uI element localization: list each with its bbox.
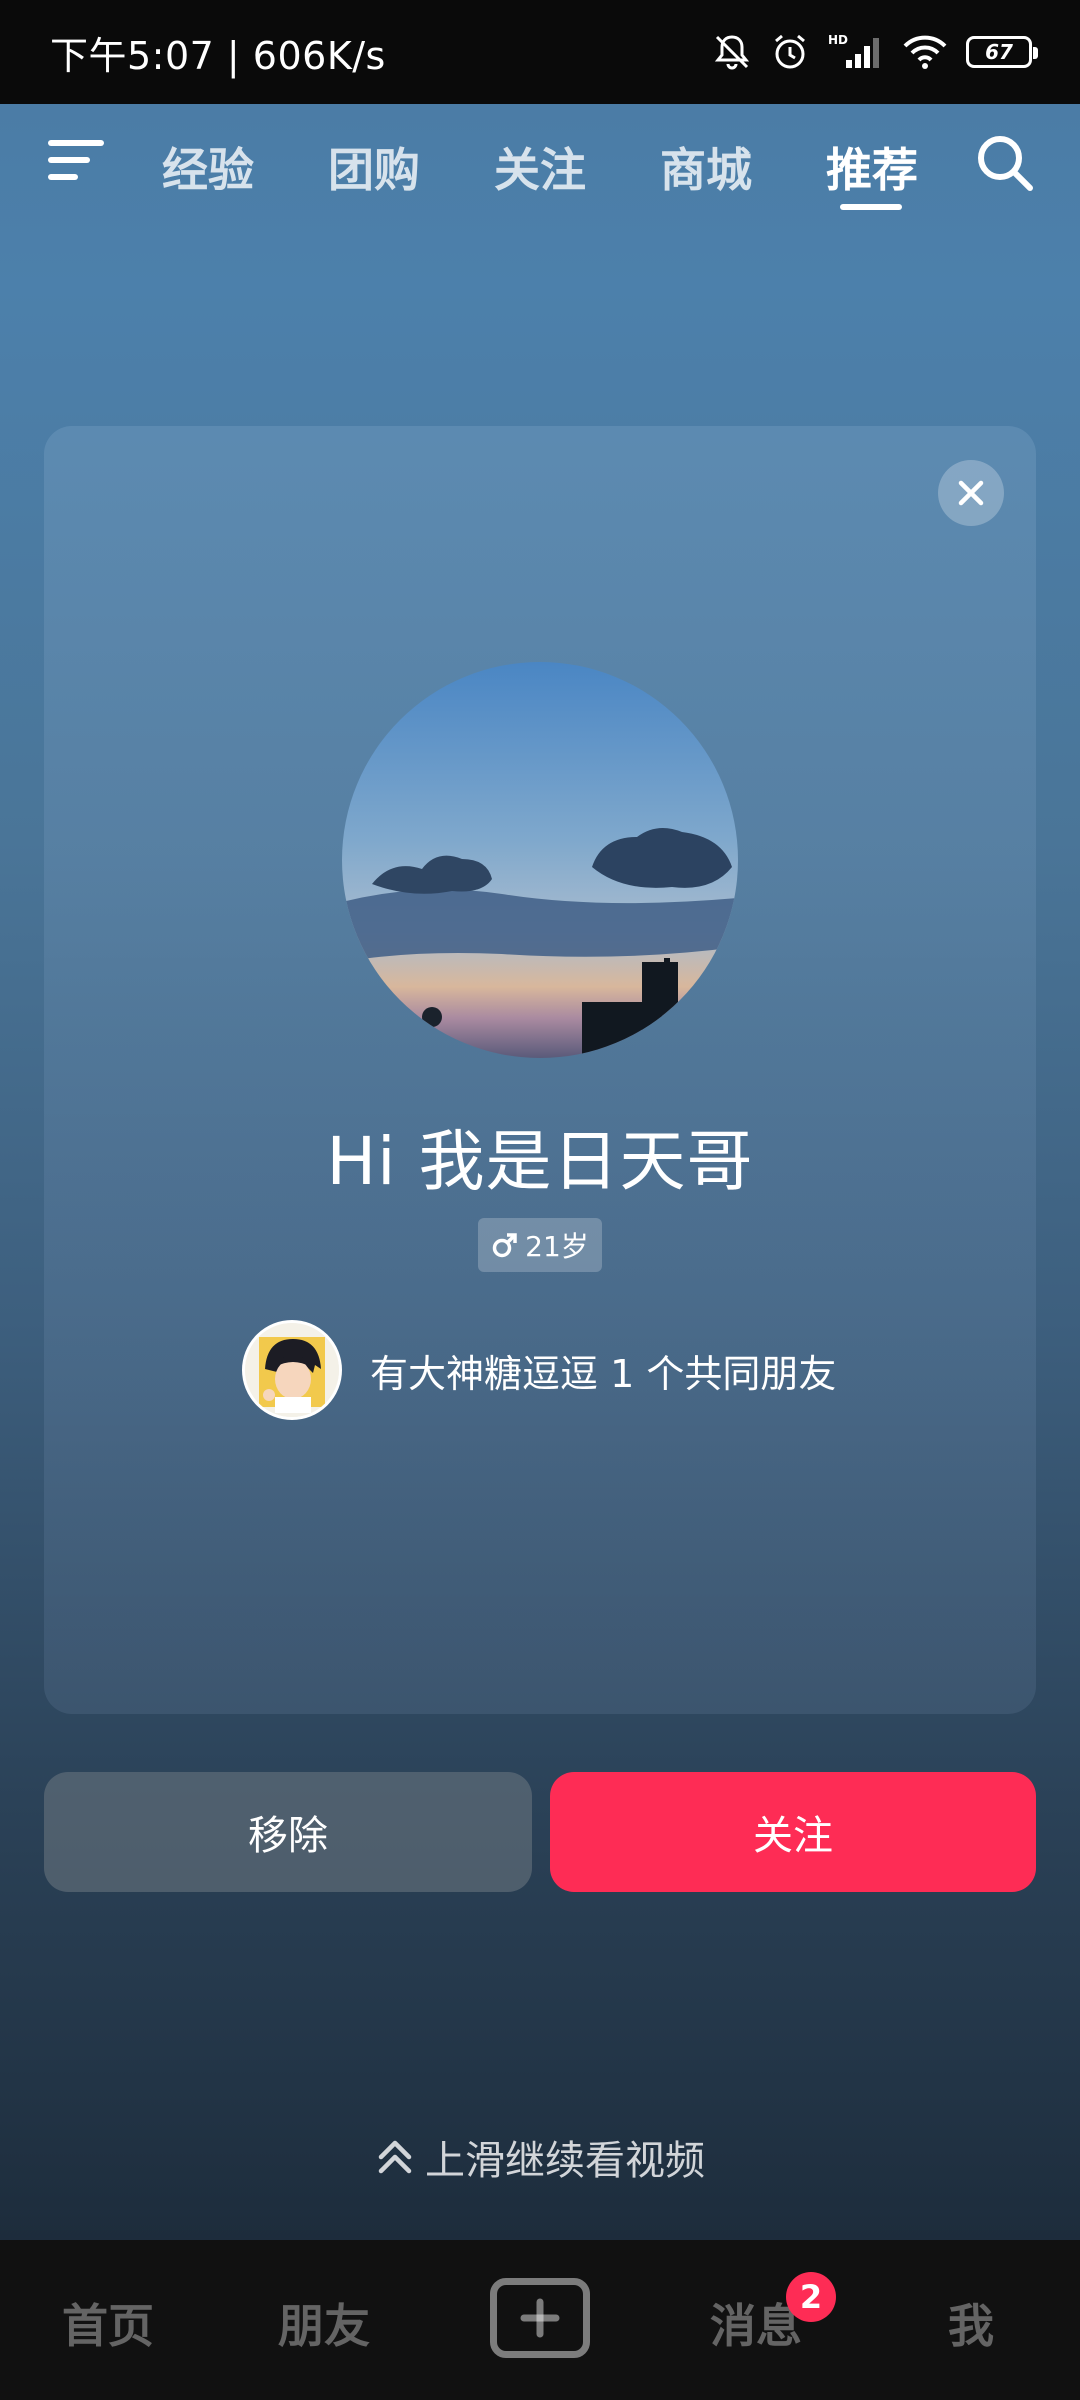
mutual-friend-avatar	[242, 1320, 342, 1420]
mutual-friends-row[interactable]: 有大神糖逗逗 1 个共同朋友	[242, 1318, 836, 1422]
bottom-nav: 首页 朋友 消息 我	[0, 2240, 1080, 2400]
screen: 下午5:07 | 606K/s HD 67 经验 团购 关注 商城 推荐 Hi …	[0, 0, 1080, 2400]
swipe-up-hint[interactable]: 上滑继续看视频	[0, 2128, 1080, 2186]
close-icon	[958, 480, 984, 506]
tab-recommend[interactable]: 推荐	[826, 134, 918, 200]
close-button[interactable]	[938, 460, 1004, 526]
nav-friends[interactable]: 朋友	[278, 2290, 370, 2356]
wifi-icon	[903, 35, 947, 69]
battery-indicator: 67	[966, 36, 1038, 68]
svg-text:HD: HD	[828, 33, 848, 47]
tab-mall[interactable]: 商城	[660, 134, 752, 200]
battery-level: 67	[985, 40, 1013, 64]
male-icon	[492, 1233, 517, 1258]
tab-experience[interactable]: 经验	[162, 134, 254, 200]
nav-me[interactable]: 我	[948, 2290, 994, 2356]
signal-hd-icon: HD	[828, 33, 879, 68]
age-label: 21岁	[525, 1230, 589, 1263]
alarm-icon	[775, 34, 805, 69]
tab-following[interactable]: 关注	[494, 134, 586, 200]
mutual-friends-text: 有大神糖逗逗 1 个共同朋友	[370, 1351, 837, 1396]
status-bar: 下午5:07 | 606K/s HD 67	[0, 0, 1080, 104]
create-button[interactable]	[490, 2278, 590, 2358]
plus-icon	[520, 2298, 560, 2338]
active-tab-indicator	[840, 204, 902, 210]
search-icon[interactable]	[974, 132, 1036, 194]
swipe-up-hint-text: 上滑继续看视频	[425, 2138, 705, 2184]
chevron-up-double-icon	[378, 2140, 412, 2174]
messages-badge: 2	[786, 2272, 836, 2322]
user-greeting-title: Hi 我是日天哥	[326, 1123, 754, 1200]
menu-icon[interactable]	[48, 140, 106, 186]
top-nav: 经验 团购 关注 商城 推荐	[0, 104, 1080, 224]
nav-home[interactable]: 首页	[62, 2290, 154, 2356]
profile-avatar[interactable]	[342, 662, 738, 1058]
tab-group-buy[interactable]: 团购	[328, 134, 420, 200]
status-time-speed: 下午5:07 | 606K/s	[50, 33, 386, 78]
bell-muted-icon	[714, 35, 750, 70]
gender-age-badge: 21岁	[478, 1218, 602, 1272]
follow-button[interactable]: 关注	[550, 1772, 1036, 1892]
remove-button[interactable]: 移除	[44, 1772, 532, 1892]
recommend-user-card	[44, 426, 1036, 1714]
status-icons: HD 67	[712, 32, 1038, 72]
